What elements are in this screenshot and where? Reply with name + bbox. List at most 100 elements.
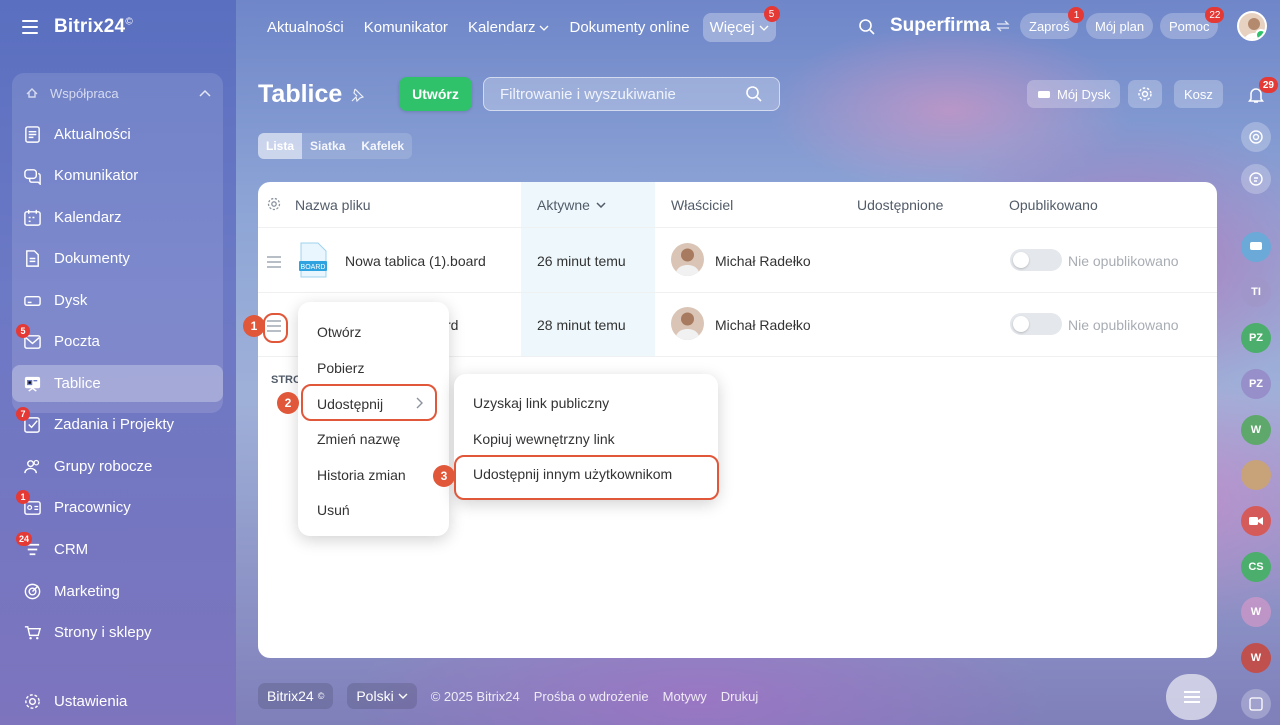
menu-item-open[interactable]: Otwórz bbox=[317, 324, 361, 340]
rail-avatar[interactable]: W bbox=[1241, 415, 1271, 445]
copilot-icon[interactable] bbox=[1241, 164, 1271, 194]
video-icon[interactable] bbox=[1241, 506, 1271, 536]
more-icon[interactable] bbox=[1241, 689, 1271, 719]
topnav-dokumenty[interactable]: Dokumenty online bbox=[562, 13, 696, 42]
switch-icon bbox=[996, 20, 1010, 32]
sidebar-item-strony[interactable]: Strony i sklepy bbox=[12, 614, 223, 651]
row-menu-icon[interactable] bbox=[267, 256, 281, 268]
avatar-image bbox=[675, 248, 700, 276]
chat-icon[interactable] bbox=[1241, 232, 1271, 262]
gear-icon[interactable] bbox=[267, 197, 281, 211]
target-icon[interactable] bbox=[1241, 122, 1271, 152]
crm-icon: 24 bbox=[16, 531, 42, 560]
footer-link-themes[interactable]: Motywy bbox=[663, 689, 707, 704]
sidebar-item-marketing[interactable]: Marketing bbox=[12, 573, 223, 610]
menu-item-rename[interactable]: Zmień nazwę bbox=[317, 431, 400, 447]
sidebar-item-grupy[interactable]: Grupy robocze bbox=[12, 448, 223, 485]
sidebar-item-komunikator[interactable]: Komunikator bbox=[12, 157, 223, 194]
invite-button[interactable]: Zaproś 1 bbox=[1020, 7, 1085, 39]
view-grid[interactable]: Siatka bbox=[302, 133, 353, 159]
sidebar-item-pracownicy[interactable]: 1 Pracownicy bbox=[12, 489, 223, 526]
menu-item-delete[interactable]: Usuń bbox=[317, 502, 350, 518]
create-button[interactable]: Utwórz bbox=[399, 77, 472, 111]
menu-icon[interactable] bbox=[22, 20, 38, 34]
sidebar-item-dokumenty[interactable]: Dokumenty bbox=[12, 240, 223, 277]
owner-name[interactable]: Michał Radełko bbox=[715, 253, 811, 269]
my-drive-button[interactable]: Mój Dysk bbox=[1027, 80, 1121, 108]
footer-brand-button[interactable]: Bitrix24 © bbox=[258, 683, 334, 709]
news-icon bbox=[22, 125, 42, 145]
shop-icon bbox=[22, 623, 42, 643]
settings-button[interactable] bbox=[1128, 80, 1162, 108]
rail-avatar[interactable]: CS bbox=[1241, 552, 1271, 582]
sidebar-item-poczta[interactable]: 5 Poczta bbox=[12, 323, 223, 360]
notifications-icon[interactable]: 29 bbox=[1241, 77, 1278, 110]
owner-name[interactable]: Michał Radełko bbox=[715, 317, 811, 333]
footer-link-implementation[interactable]: Prośba o wdrożenie bbox=[534, 689, 649, 704]
publish-status: Nie opublikowano bbox=[1068, 253, 1179, 269]
help-button[interactable]: Pomoc 22 bbox=[1160, 7, 1225, 39]
rail-avatar[interactable]: W bbox=[1241, 597, 1271, 627]
highlight-share bbox=[301, 384, 437, 421]
nav-group-header[interactable]: Współpraca bbox=[12, 73, 223, 113]
top-bar: Aktualności Komunikator Kalendarz Dokume… bbox=[236, 0, 1280, 55]
search-input[interactable]: Filtrowanie i wyszukiwanie bbox=[483, 77, 780, 111]
logo-row: Bitrix24© bbox=[22, 16, 133, 38]
submenu-item-copy-internal-link[interactable]: Kopiuj wewnętrzny link bbox=[473, 431, 615, 447]
sidebar-item-label: Kalendarz bbox=[54, 209, 122, 226]
gear-icon bbox=[1138, 87, 1152, 101]
column-header-owner[interactable]: Właściciel bbox=[671, 197, 733, 213]
trash-button[interactable]: Kosz bbox=[1174, 80, 1223, 108]
view-list[interactable]: Lista bbox=[258, 133, 303, 159]
owner-avatar[interactable] bbox=[671, 243, 704, 276]
sidebar-item-crm[interactable]: 24 CRM bbox=[12, 531, 223, 568]
topnav-more[interactable]: Więcej 5 bbox=[702, 6, 780, 42]
sidebar-item-kalendarz[interactable]: Kalendarz bbox=[12, 199, 223, 236]
submenu-item-public-link[interactable]: Uzyskaj link publiczny bbox=[473, 395, 609, 411]
company-name[interactable]: Superfirma bbox=[890, 15, 1010, 37]
view-tile[interactable]: Kafelek bbox=[353, 133, 412, 159]
rail-avatar[interactable]: TI bbox=[1241, 277, 1271, 307]
language-selector[interactable]: Polski bbox=[347, 683, 417, 709]
sidebar-item-label: Marketing bbox=[54, 583, 120, 600]
step-badge: 1 bbox=[243, 315, 265, 337]
sidebar-item-dysk[interactable]: Dysk bbox=[12, 282, 223, 319]
marketing-icon bbox=[22, 582, 42, 602]
sidebar-item-tablice[interactable]: Tablice bbox=[12, 365, 223, 402]
pin-icon[interactable] bbox=[350, 88, 365, 102]
topnav-aktualnosci[interactable]: Aktualności bbox=[260, 13, 351, 42]
sidebar-item-label: Komunikator bbox=[54, 167, 139, 184]
board-icon bbox=[22, 374, 42, 394]
my-plan-button[interactable]: Mój plan bbox=[1086, 13, 1154, 39]
publish-toggle[interactable] bbox=[1010, 313, 1062, 335]
badge: 1 bbox=[1068, 7, 1085, 23]
sidebar-item-label: Zadania i Projekty bbox=[54, 416, 175, 433]
sidebar-item-aktualnosci[interactable]: Aktualności bbox=[12, 116, 223, 153]
column-header-active[interactable]: Aktywne bbox=[537, 197, 606, 213]
search-icon[interactable] bbox=[858, 18, 876, 36]
owner-avatar[interactable] bbox=[671, 307, 704, 340]
topnav-komunikator[interactable]: Komunikator bbox=[357, 13, 455, 42]
groups-icon bbox=[22, 457, 42, 477]
sidebar-item-settings[interactable]: Ustawienia bbox=[12, 683, 223, 720]
rail-avatar[interactable]: W bbox=[1241, 643, 1271, 673]
chevron-up-icon[interactable] bbox=[199, 89, 211, 97]
menu-item-history[interactable]: Historia zmian bbox=[317, 467, 406, 483]
table-row[interactable]: BOARD Nowa tablica (1).board 26 minut te… bbox=[258, 229, 1217, 293]
file-name[interactable]: Nowa tablica (1).board bbox=[345, 253, 486, 269]
footer-link-print[interactable]: Drukuj bbox=[721, 689, 759, 704]
column-header-shared[interactable]: Udostępnione bbox=[857, 197, 943, 213]
logo[interactable]: Bitrix24© bbox=[54, 16, 133, 38]
publish-toggle[interactable] bbox=[1010, 249, 1062, 271]
quick-menu-button[interactable] bbox=[1166, 674, 1217, 720]
rail-photo-avatar[interactable] bbox=[1241, 460, 1271, 490]
rail-avatar[interactable]: PZ bbox=[1241, 369, 1271, 399]
rail-avatar[interactable]: PZ bbox=[1241, 323, 1271, 353]
badge: 22 bbox=[1205, 7, 1225, 23]
sidebar-item-zadania[interactable]: 7 Zadania i Projekty bbox=[12, 406, 223, 443]
employees-icon: 1 bbox=[16, 489, 42, 518]
topnav-kalendarz[interactable]: Kalendarz bbox=[461, 13, 557, 42]
column-header-name[interactable]: Nazwa pliku bbox=[295, 197, 370, 213]
column-header-published[interactable]: Opublikowano bbox=[1009, 197, 1098, 213]
menu-item-download[interactable]: Pobierz bbox=[317, 360, 364, 376]
